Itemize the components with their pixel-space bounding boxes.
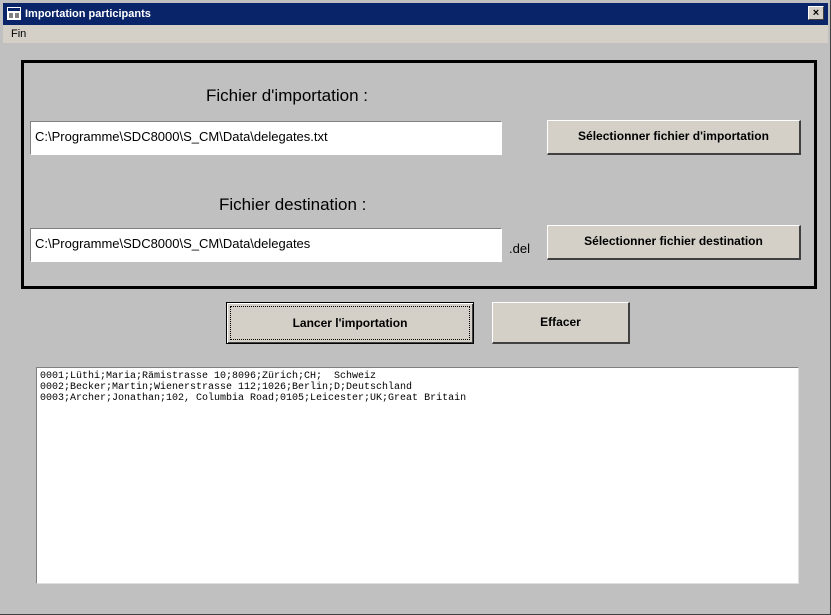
import-output-textarea[interactable]: 0001;Lüthi;Maria;Rämistrasse 10;8096;Zür… [36,367,799,584]
output-line: 0001;Lüthi;Maria;Rämistrasse 10;8096;Zür… [40,371,377,382]
close-icon: × [812,7,820,19]
menu-bar: Fin [3,25,828,43]
import-file-label: Fichier d'importation : [206,86,368,105]
import-window: Importation participants × Fin Fichier d… [0,0,831,615]
window-title: Importation participants [25,8,151,20]
destination-path-input[interactable]: C:\Programme\SDC8000\S_CM\Data\delegates [30,228,502,262]
output-line: 0003;Archer;Jonathan;102, Columbia Road;… [40,393,467,404]
focus-rectangle [230,306,470,340]
start-import-button[interactable]: Lancer l'importation [226,302,474,344]
app-icon [7,7,21,20]
title-bar[interactable]: Importation participants × [3,3,828,25]
select-destination-file-button[interactable]: Sélectionner fichier destination [547,225,801,260]
close-button[interactable]: × [808,6,824,20]
destination-extension: .del [509,241,530,256]
menu-item-fin[interactable]: Fin [11,27,26,41]
destination-file-label: Fichier destination : [219,195,367,214]
output-line: 0002;Becker;Martin;Wienerstrasse 112;102… [40,382,413,393]
clear-button[interactable]: Effacer [492,302,630,344]
import-path-input[interactable]: C:\Programme\SDC8000\S_CM\Data\delegates… [30,121,502,155]
select-import-file-button[interactable]: Sélectionner fichier d'importation [547,120,801,155]
